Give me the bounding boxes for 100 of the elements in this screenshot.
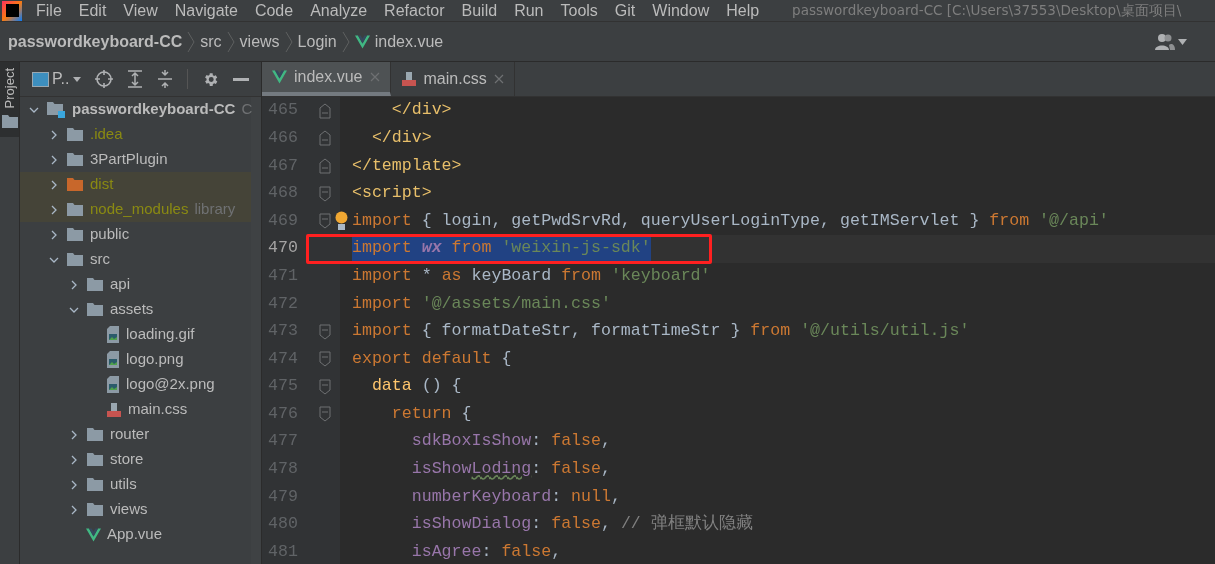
menu-item[interactable]: File <box>36 0 62 23</box>
collapse-all-icon[interactable] <box>156 70 173 88</box>
chevron-right-icon[interactable] <box>49 154 59 165</box>
chevron-right-icon <box>284 30 293 53</box>
vue-icon <box>272 70 287 84</box>
tree-item[interactable]: logo.png <box>126 348 184 371</box>
crosshair-icon[interactable] <box>94 70 113 88</box>
image-file-icon <box>106 376 120 393</box>
fold-marker-icon[interactable] <box>319 130 331 147</box>
tree-item[interactable]: .idea <box>90 123 123 146</box>
fold-marker-icon[interactable] <box>319 213 331 230</box>
folder-icon <box>66 152 84 167</box>
module-folder-icon <box>46 101 66 118</box>
expand-all-icon[interactable] <box>126 70 143 88</box>
menu-item[interactable]: Build <box>461 0 498 23</box>
folder-icon <box>66 252 84 267</box>
tree-item[interactable]: store <box>110 448 144 471</box>
tree-item[interactable]: main.css <box>128 398 188 421</box>
image-file-icon <box>106 326 120 343</box>
menu-item[interactable]: Help <box>726 0 760 23</box>
code-line: </div> <box>370 126 432 149</box>
chevron-right-icon[interactable] <box>69 429 79 440</box>
menu-item[interactable]: Git <box>614 0 636 23</box>
menu-item[interactable]: Tools <box>560 0 598 23</box>
fold-marker-icon[interactable] <box>319 351 331 368</box>
tree-item[interactable]: router <box>110 423 150 446</box>
fold-marker-icon[interactable] <box>319 185 331 202</box>
chevron-right-icon[interactable] <box>69 454 79 465</box>
menu-item[interactable]: Window <box>652 0 710 23</box>
breadcrumb-item[interactable]: Login <box>297 29 337 54</box>
folder-icon <box>86 502 104 517</box>
menu-item[interactable]: Run <box>514 0 544 23</box>
css-file-icon <box>106 401 122 418</box>
tree-item-note: library <box>194 199 236 220</box>
menu-item[interactable]: Code <box>254 0 294 23</box>
tree-item[interactable]: 3PartPlugin <box>90 148 168 171</box>
menu-item[interactable]: Edit <box>78 0 107 23</box>
code-line: data () { <box>370 375 462 398</box>
code-line: import { login, getPwdSrvRd, queryUserLoginType, getIMServlet } from '@/api' <box>352 209 1109 232</box>
code-line: </template> <box>352 154 462 177</box>
tree-item[interactable]: loading.gif <box>126 323 195 346</box>
breadcrumb-item[interactable]: src <box>200 29 222 54</box>
code-line: </div> <box>390 99 452 122</box>
fold-marker-icon[interactable] <box>319 102 331 119</box>
caret-down-icon <box>1178 38 1187 45</box>
tree-item[interactable]: src <box>90 248 110 271</box>
caret-down-icon <box>72 76 81 82</box>
breadcrumb-item[interactable]: passwordkeyboard-CC <box>8 29 183 54</box>
code-line: return { <box>390 402 472 425</box>
folder-icon <box>86 452 104 467</box>
tree-item[interactable]: public <box>90 223 130 246</box>
css-file-icon <box>400 71 417 87</box>
code-line: isShowDialog: false, // 弹框默认隐藏 <box>410 513 753 536</box>
editor-tab[interactable]: main.css <box>390 62 515 96</box>
chevron-right-icon[interactable] <box>69 279 79 290</box>
fold-marker-icon[interactable] <box>319 158 331 174</box>
fold-marker-icon[interactable] <box>319 323 331 340</box>
code-line: numberKeyboard: null, <box>410 485 621 508</box>
folder-icon <box>66 202 84 217</box>
app-logo-icon <box>2 0 22 21</box>
folder-icon <box>86 477 104 492</box>
project-tool-tab[interactable]: Project <box>0 62 19 138</box>
chevron-right-icon <box>226 30 235 53</box>
view-selector[interactable]: P.. <box>32 67 81 91</box>
chevron-right-icon[interactable] <box>49 179 59 190</box>
tree-item[interactable]: assets <box>110 298 154 321</box>
folder-icon <box>66 227 84 242</box>
window-icon <box>32 71 49 87</box>
chevron-right-icon[interactable] <box>49 229 59 240</box>
fold-marker-icon[interactable] <box>319 406 331 423</box>
lightbulb-icon[interactable] <box>335 211 348 231</box>
tree-item[interactable]: passwordkeyboard-CC <box>72 98 236 121</box>
tree-item[interactable]: logo@2x.png <box>126 373 215 396</box>
chevron-right-icon[interactable] <box>49 204 59 215</box>
code-line: <script> <box>352 182 432 205</box>
user-menu-button[interactable] <box>1155 33 1187 50</box>
tree-item[interactable]: api <box>110 273 131 296</box>
breadcrumb-item[interactable]: views <box>239 29 280 54</box>
folder-icon <box>66 127 84 142</box>
code-line: sdkBoxIsShow: false, <box>410 430 611 453</box>
menu-item[interactable]: Analyze <box>310 0 368 23</box>
menu-item[interactable]: View <box>123 0 158 23</box>
menu-item[interactable]: Refactor <box>384 0 445 23</box>
chevron-right-icon[interactable] <box>69 504 79 515</box>
image-file-icon <box>106 351 120 368</box>
tree-item[interactable]: utils <box>110 473 137 496</box>
fold-marker-icon[interactable] <box>319 378 331 395</box>
minimize-icon[interactable] <box>232 77 249 81</box>
code-line: import * as keyBoard from 'keyboard' <box>352 264 711 287</box>
editor-tab[interactable]: index.vue <box>262 62 391 96</box>
code-line: isShowLoding: false, <box>410 458 611 481</box>
chevron-right-icon <box>341 30 350 53</box>
chevron-right-icon[interactable] <box>69 479 79 490</box>
tree-item[interactable]: views <box>110 498 148 521</box>
breadcrumb-item[interactable]: index.vue <box>374 29 444 54</box>
tree-item[interactable]: App.vue <box>107 523 163 546</box>
vue-icon <box>86 527 101 542</box>
window-title: passwordkeyboard-CC [C:\Users\37553\Desktop\桌面项目\ <box>792 1 1182 21</box>
chevron-right-icon[interactable] <box>49 129 59 140</box>
menu-item[interactable]: Navigate <box>174 0 238 23</box>
